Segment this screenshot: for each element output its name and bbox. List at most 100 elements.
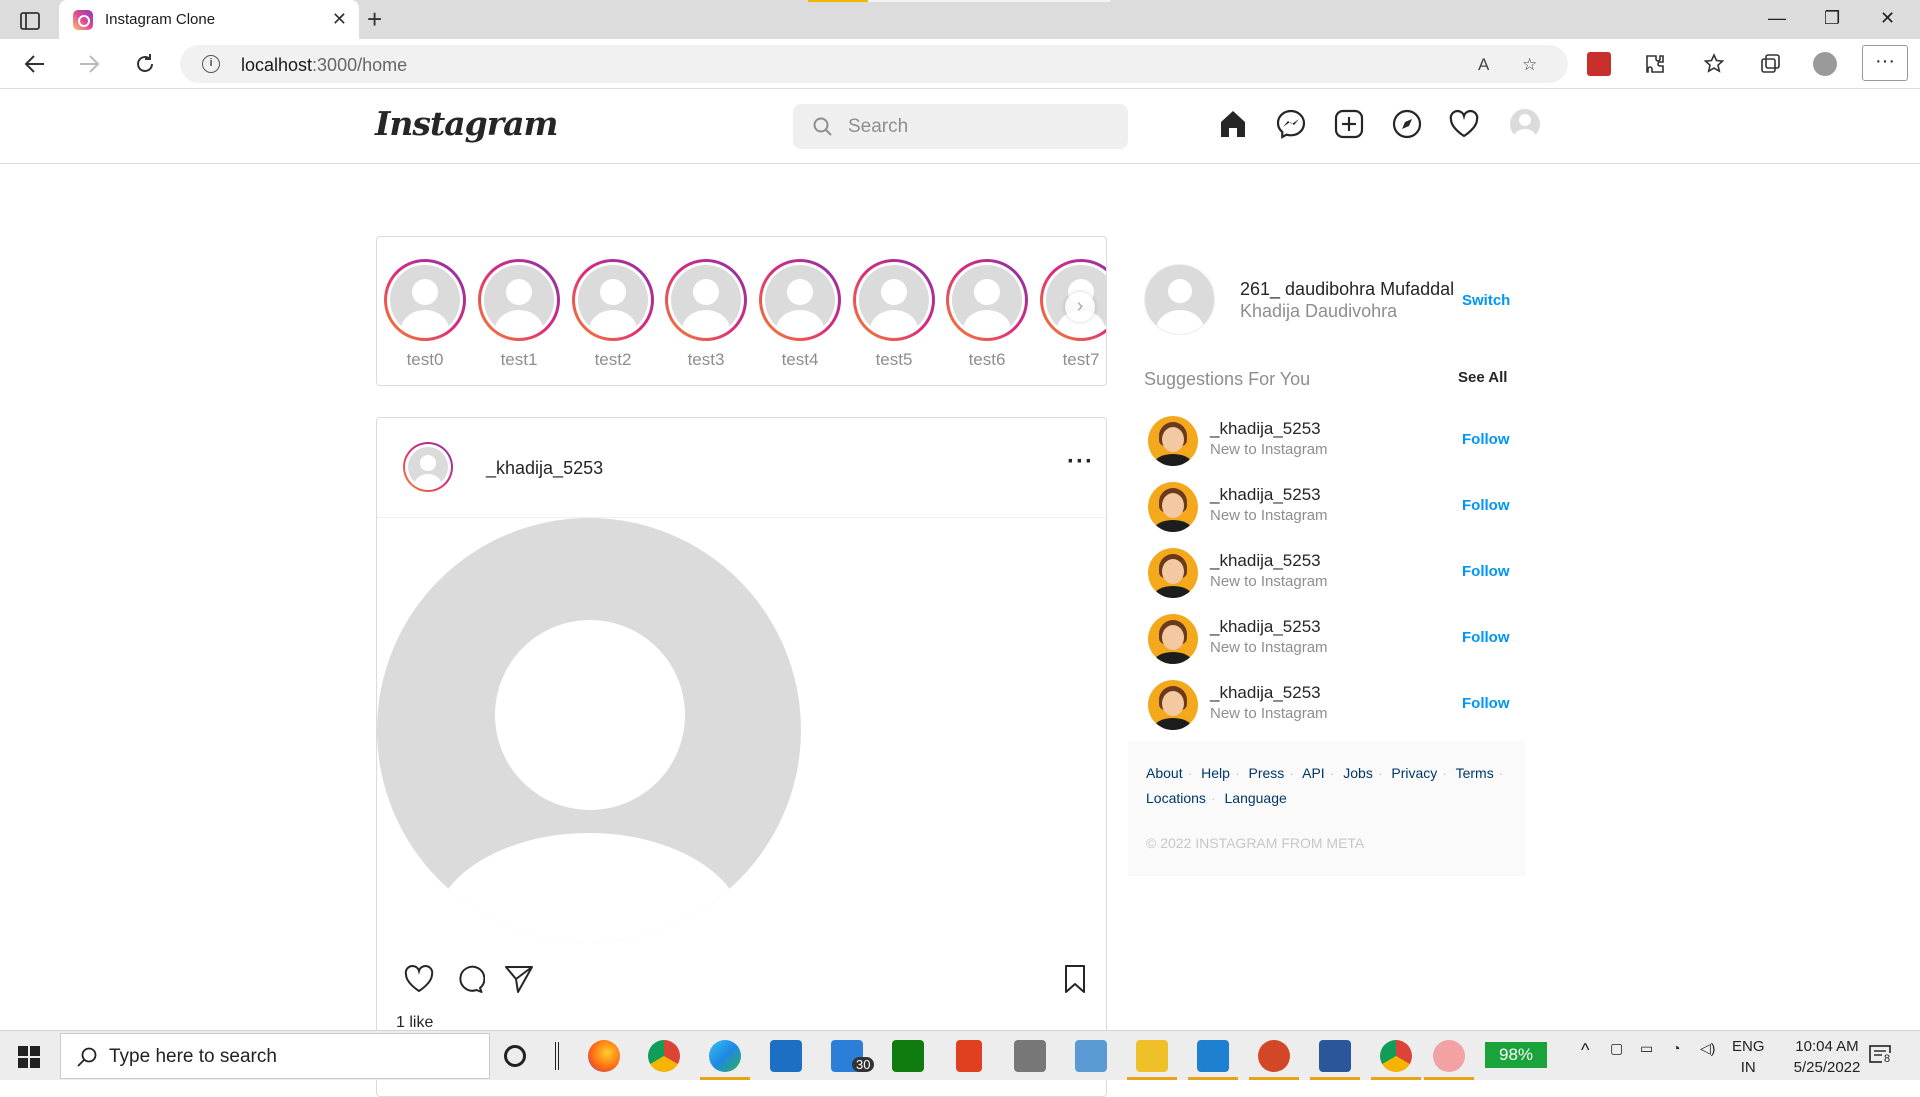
footer-link-press[interactable]: Press (1249, 765, 1285, 781)
current-username[interactable]: 261_ daudibohra Mufaddal (1240, 279, 1454, 300)
home-icon[interactable] (1217, 108, 1249, 140)
clock[interactable]: 10:04 AM 5/25/2022 (1772, 1036, 1882, 1078)
cortana-icon[interactable] (504, 1045, 526, 1067)
tray-expand-icon[interactable]: ^ (1581, 1040, 1589, 1061)
activity-heart-icon[interactable] (1448, 108, 1480, 140)
footer-link-api[interactable]: API (1302, 765, 1325, 781)
footer-link-locations[interactable]: Locations (1146, 790, 1206, 806)
new-tab-icon[interactable]: + (367, 6, 382, 32)
footer-link-terms[interactable]: Terms (1456, 765, 1494, 781)
suggestion-username[interactable]: _khadija_5253 (1210, 683, 1321, 703)
profile-avatar-icon[interactable] (1509, 108, 1541, 140)
stories-next-chevron-icon[interactable]: › (1065, 292, 1095, 322)
notification-icon[interactable]: 8 (1868, 1043, 1894, 1069)
language-indicator[interactable]: ENG IN (1732, 1036, 1765, 1078)
firefox-icon[interactable] (588, 1040, 620, 1072)
footer-link-privacy[interactable]: Privacy (1391, 765, 1437, 781)
follow-button[interactable]: Follow (1462, 497, 1510, 514)
footer-link-about[interactable]: About (1146, 765, 1183, 781)
microsoft-store-icon[interactable] (770, 1040, 802, 1072)
windows-start-icon[interactable] (18, 1046, 40, 1068)
minimize-icon[interactable]: — (1768, 8, 1786, 29)
taskbar-search-box[interactable]: Type here to search (60, 1033, 490, 1079)
read-aloud-icon[interactable]: A (1478, 55, 1489, 75)
new-post-icon[interactable] (1333, 108, 1365, 140)
collections-icon[interactable] (1758, 52, 1782, 76)
story-item[interactable]: test4 (759, 259, 841, 370)
follow-button[interactable]: Follow (1462, 431, 1510, 448)
story-item[interactable]: test1 (478, 259, 560, 370)
suggestion-username[interactable]: _khadija_5253 (1210, 551, 1321, 571)
edge-icon[interactable] (709, 1040, 741, 1072)
extension-red-icon[interactable] (1587, 52, 1611, 76)
more-options-icon[interactable]: ··· (1067, 448, 1094, 476)
file-explorer-icon[interactable] (1136, 1040, 1168, 1072)
forward-icon[interactable] (76, 51, 102, 77)
share-send-icon[interactable] (503, 963, 535, 995)
tab-actions-icon[interactable] (18, 9, 42, 33)
current-user-avatar[interactable] (1144, 264, 1215, 335)
battery-icon[interactable]: ▭ (1640, 1040, 1653, 1057)
messenger-icon[interactable] (1275, 108, 1307, 140)
suggestion-avatar[interactable] (1148, 614, 1198, 664)
add-favorite-icon[interactable]: ☆ (1522, 55, 1537, 75)
post-username[interactable]: _khadija_5253 (486, 458, 603, 479)
suggestion-avatar[interactable] (1148, 416, 1198, 466)
search-box[interactable] (793, 104, 1128, 149)
browser-tab[interactable]: Instagram Clone ✕ (59, 0, 359, 39)
post-image[interactable] (377, 518, 801, 942)
suggestion-username[interactable]: _khadija_5253 (1210, 617, 1321, 637)
suggestion-avatar[interactable] (1148, 482, 1198, 532)
powerpoint-icon[interactable] (1258, 1040, 1290, 1072)
refresh-icon[interactable] (132, 51, 158, 77)
xbox-icon[interactable] (892, 1040, 924, 1072)
favorites-icon[interactable] (1703, 52, 1727, 76)
profile-icon[interactable] (1813, 52, 1837, 76)
chrome-profile-icon[interactable] (1380, 1040, 1412, 1072)
follow-button[interactable]: Follow (1462, 563, 1510, 580)
wifi-icon[interactable]: ◔ (1672, 1040, 1680, 1056)
story-item[interactable]: test0 (384, 259, 466, 370)
search-input[interactable] (846, 104, 1116, 149)
suggestion-avatar[interactable] (1148, 548, 1198, 598)
footer-link-help[interactable]: Help (1201, 765, 1230, 781)
like-heart-icon[interactable] (403, 963, 435, 995)
story-item[interactable]: test6 (946, 259, 1028, 370)
task-view-icon[interactable] (555, 1042, 559, 1070)
see-all-button[interactable]: See All (1458, 369, 1507, 386)
follow-button[interactable]: Follow (1462, 695, 1510, 712)
volume-icon[interactable]: ◁) (1700, 1040, 1715, 1057)
word-icon[interactable] (1319, 1040, 1351, 1072)
save-bookmark-icon[interactable] (1059, 963, 1091, 995)
tab-close-icon[interactable]: ✕ (332, 10, 347, 28)
meet-icon[interactable]: ▢ (1610, 1040, 1623, 1057)
office-icon[interactable] (956, 1040, 982, 1072)
battery-indicator[interactable]: 98% (1485, 1042, 1547, 1068)
extensions-icon[interactable] (1643, 52, 1667, 76)
follow-button[interactable]: Follow (1462, 629, 1510, 646)
suggestion-username[interactable]: _khadija_5253 (1210, 419, 1321, 439)
comment-icon[interactable] (453, 963, 485, 995)
settings-more-icon[interactable]: ··· (1862, 45, 1908, 81)
chrome-icon[interactable] (648, 1040, 680, 1072)
pc-icon[interactable] (1075, 1040, 1107, 1072)
paint-icon[interactable] (1433, 1040, 1465, 1072)
switch-account-button[interactable]: Switch (1462, 292, 1510, 309)
back-icon[interactable] (22, 51, 48, 77)
footer-link-jobs[interactable]: Jobs (1343, 765, 1373, 781)
footer-link-language[interactable]: Language (1225, 790, 1287, 806)
suggestion-avatar[interactable] (1148, 680, 1198, 730)
story-item[interactable]: test3 (665, 259, 747, 370)
app-icon[interactable] (1014, 1040, 1046, 1072)
story-item[interactable]: test5 (853, 259, 935, 370)
site-info-icon[interactable]: i (202, 55, 220, 73)
explore-icon[interactable] (1391, 108, 1423, 140)
post-author-avatar[interactable] (403, 442, 453, 492)
story-item[interactable]: test2 (572, 259, 654, 370)
vscode-icon[interactable] (1197, 1040, 1229, 1072)
suggestion-username[interactable]: _khadija_5253 (1210, 485, 1321, 505)
url-bar[interactable]: i localhost:3000/home A ☆ (180, 45, 1568, 83)
instagram-logo[interactable]: Instagram (375, 104, 558, 143)
window-close-icon[interactable]: ✕ (1880, 8, 1895, 29)
restore-icon[interactable]: ❐ (1824, 8, 1840, 29)
